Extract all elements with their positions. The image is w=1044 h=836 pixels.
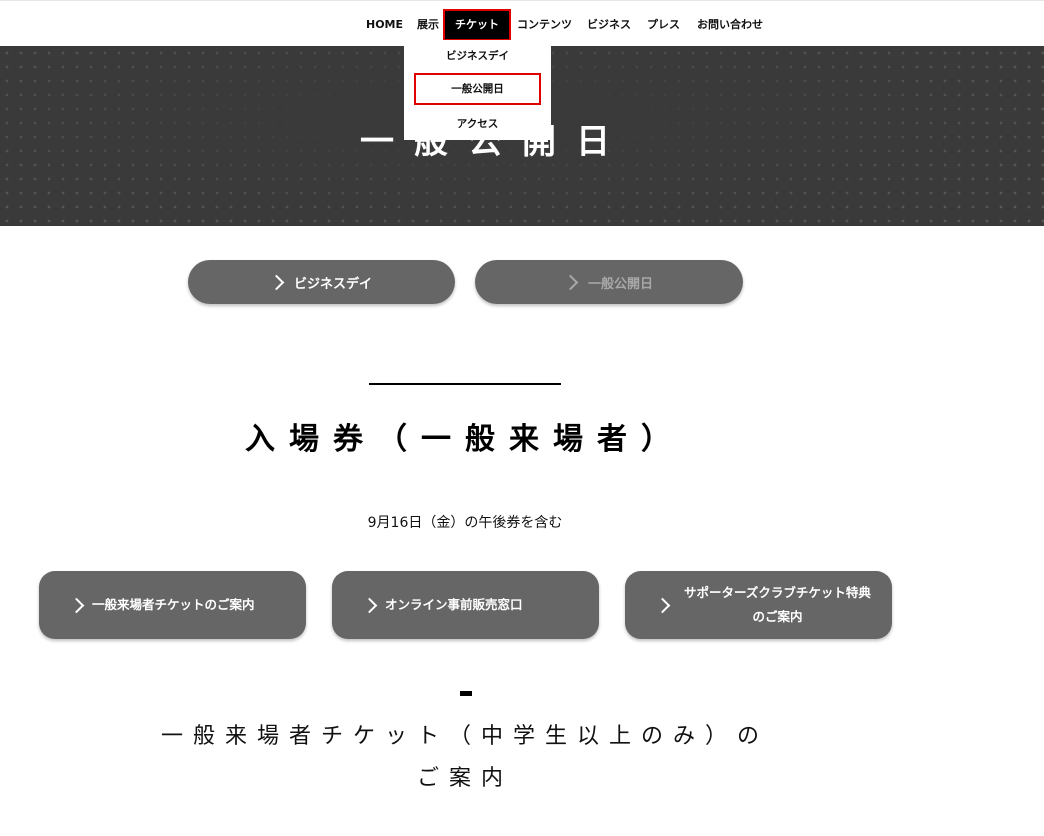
card-label-line2: のご案内 bbox=[752, 609, 803, 624]
section-title: 入場券（一般来場者） bbox=[245, 422, 685, 457]
chevron-right-icon bbox=[654, 597, 671, 613]
dropdown-item-public-day[interactable]: 一般公開日 bbox=[414, 73, 541, 105]
card-label: サポーターズクラブチケット特典 のご案内 bbox=[684, 581, 871, 629]
main-nav: HOME 展示 チケット コンテンツ ビジネス プレス お問い合わせ bbox=[0, 9, 1044, 41]
section-divider bbox=[369, 383, 561, 385]
subsection-title-line1: 一般来場者チケット（中学生以上のみ）の bbox=[160, 724, 769, 749]
nav-item-press[interactable]: プレス bbox=[647, 11, 680, 39]
nav-item-contact[interactable]: お問い合わせ bbox=[697, 11, 763, 39]
supporters-club-button[interactable]: サポーターズクラブチケット特典 のご案内 bbox=[625, 571, 892, 639]
ticket-dropdown-menu: ビジネスデイ 一般公開日 アクセス bbox=[404, 40, 551, 140]
chevron-right-icon bbox=[361, 597, 378, 613]
general-ticket-info-button[interactable]: 一般来場者チケットのご案内 bbox=[39, 571, 306, 639]
nav-item-ticket[interactable]: チケット bbox=[443, 9, 511, 41]
nav-item-business[interactable]: ビジネス bbox=[587, 11, 631, 39]
nav-item-contents[interactable]: コンテンツ bbox=[517, 11, 572, 39]
card-label-line1: サポーターズクラブチケット特典 bbox=[684, 585, 871, 600]
tab-public-day-label: 一般公開日 bbox=[587, 276, 653, 292]
chevron-right-icon bbox=[268, 274, 285, 290]
subsection-title-line2: ご案内 bbox=[416, 766, 513, 791]
tab-public-day-button[interactable]: 一般公開日 bbox=[475, 260, 743, 304]
dropdown-item-business-day[interactable]: ビジネスデイ bbox=[404, 42, 551, 70]
tab-business-day-button[interactable]: ビジネスデイ bbox=[188, 260, 455, 304]
nav-item-home[interactable]: HOME bbox=[366, 11, 403, 39]
dropdown-item-access[interactable]: アクセス bbox=[404, 110, 551, 138]
card-label: 一般来場者チケットのご案内 bbox=[92, 597, 255, 612]
card-label: オンライン事前販売窓口 bbox=[385, 597, 523, 612]
subsection-marker bbox=[460, 691, 472, 696]
chevron-right-icon bbox=[562, 274, 579, 290]
tab-business-day-label: ビジネスデイ bbox=[293, 276, 372, 292]
subsection-title: 一般来場者チケット（中学生以上のみ）の ご案内 bbox=[0, 716, 930, 800]
nav-item-exhibition[interactable]: 展示 bbox=[417, 11, 439, 39]
online-presale-button[interactable]: オンライン事前販売窓口 bbox=[332, 571, 599, 639]
section-note: 9月16日（金）の午後券を含む bbox=[367, 515, 563, 531]
chevron-right-icon bbox=[68, 597, 85, 613]
